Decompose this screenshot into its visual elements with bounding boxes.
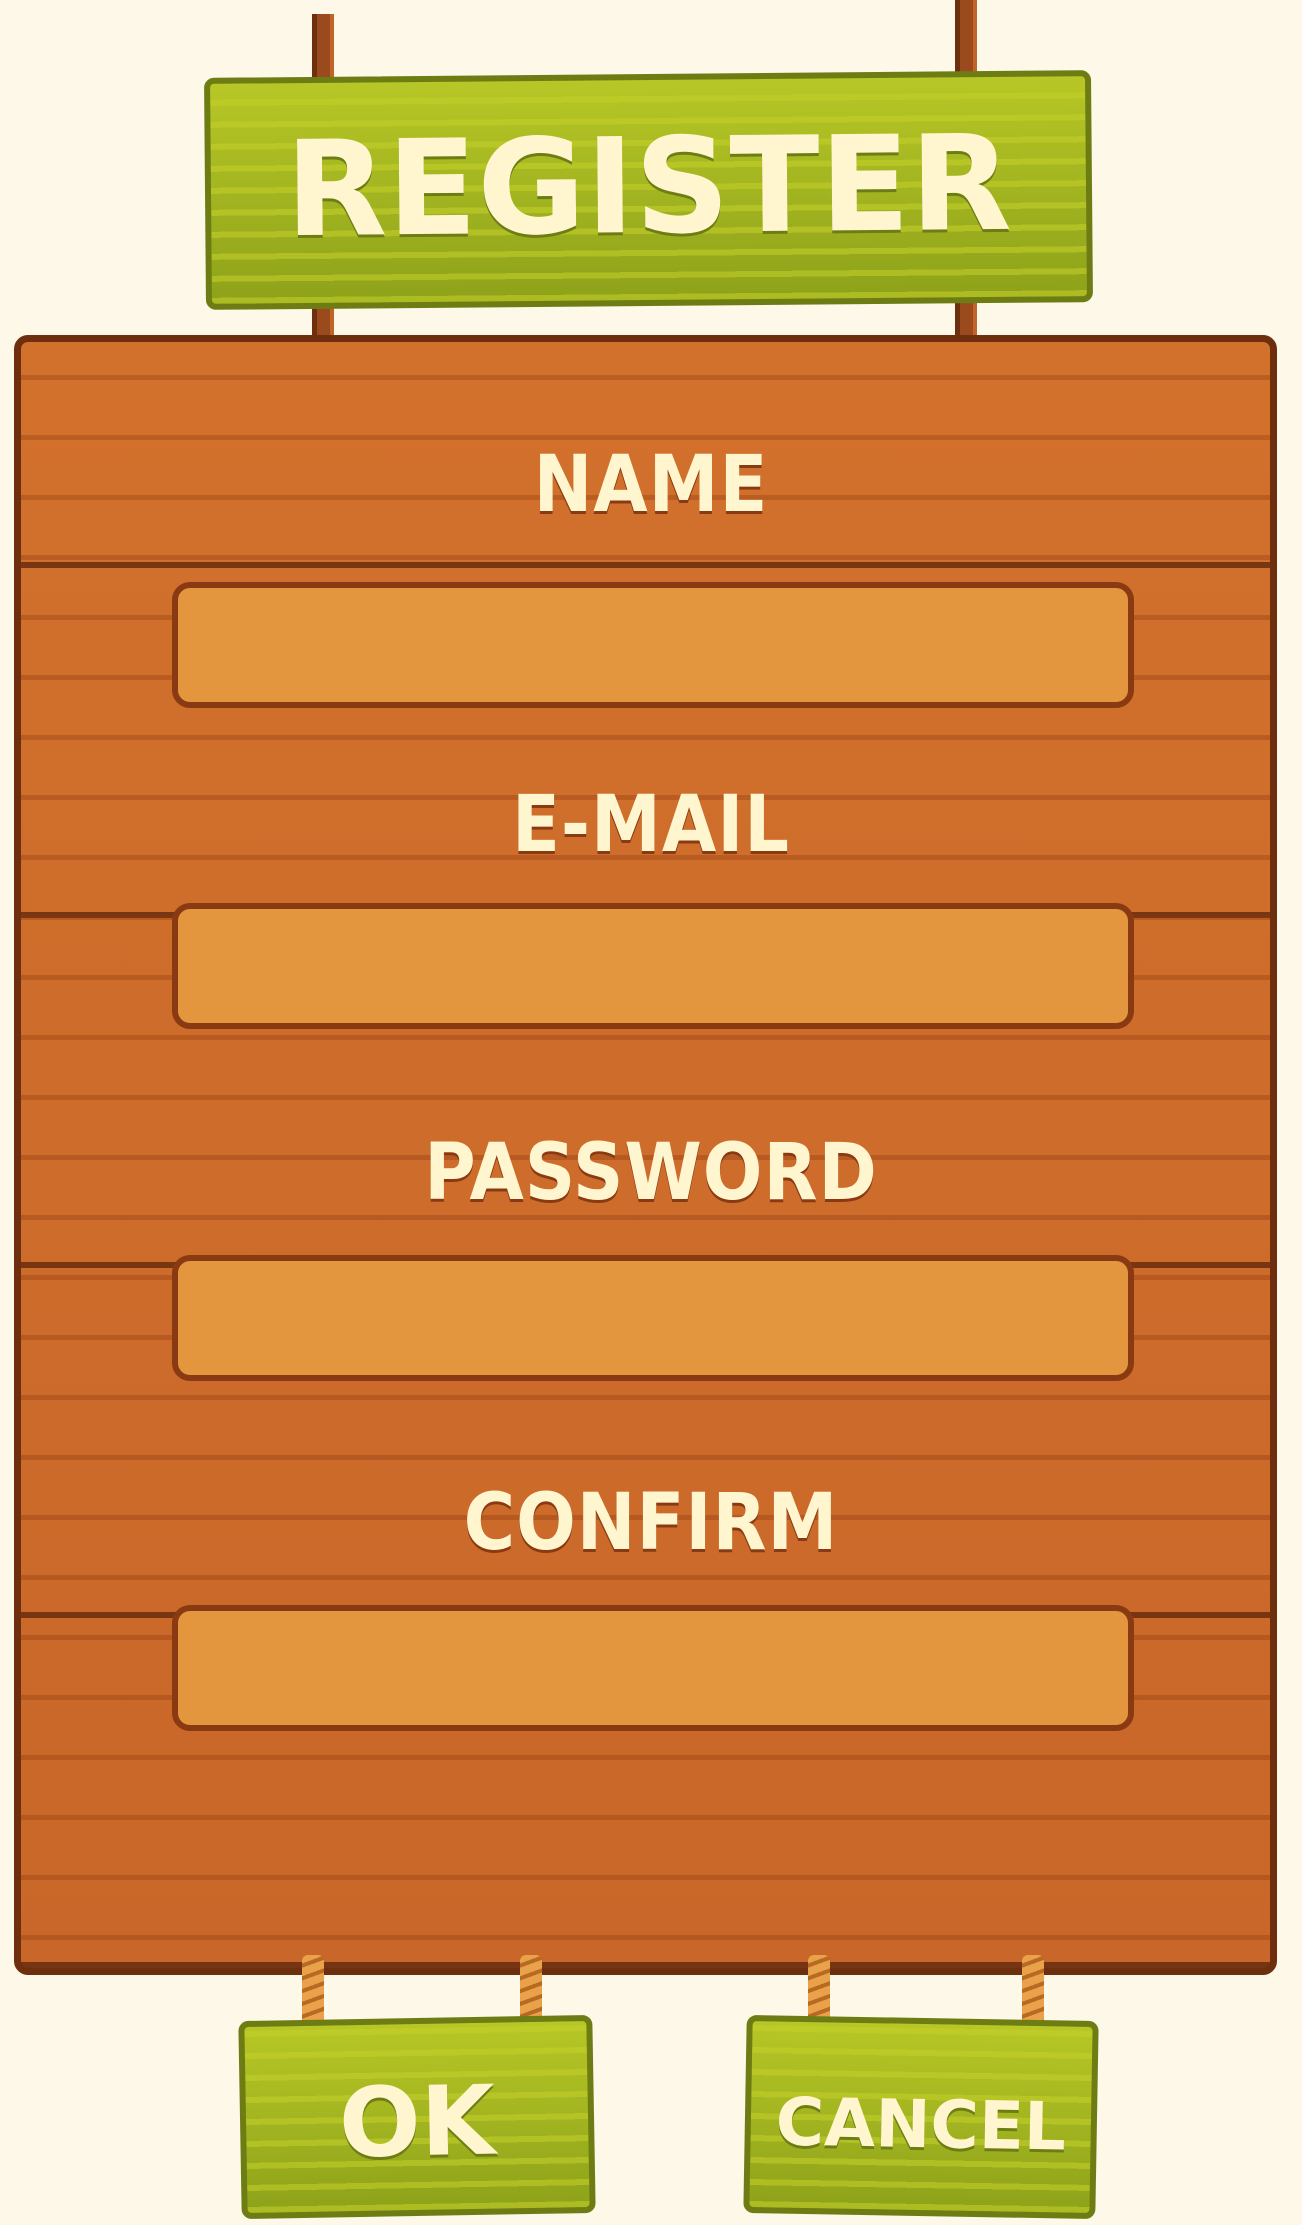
ok-button[interactable]: OK: [238, 2014, 596, 2220]
confirm-label: CONFIRM: [463, 1478, 839, 1568]
password-label: PASSWORD: [424, 1128, 878, 1218]
cancel-button[interactable]: CANCEL: [743, 2014, 1099, 2220]
email-label: E-MAIL: [511, 780, 791, 870]
password-field[interactable]: [172, 1255, 1134, 1381]
title-sign: REGISTER: [204, 70, 1093, 310]
confirm-field[interactable]: [172, 1605, 1134, 1731]
cancel-button-label: CANCEL: [775, 2083, 1067, 2166]
name-label: NAME: [533, 440, 769, 530]
email-field[interactable]: [172, 903, 1134, 1029]
page-title: REGISTER: [284, 106, 1013, 268]
name-field[interactable]: [172, 582, 1134, 708]
ok-button-label: OK: [338, 2064, 497, 2180]
